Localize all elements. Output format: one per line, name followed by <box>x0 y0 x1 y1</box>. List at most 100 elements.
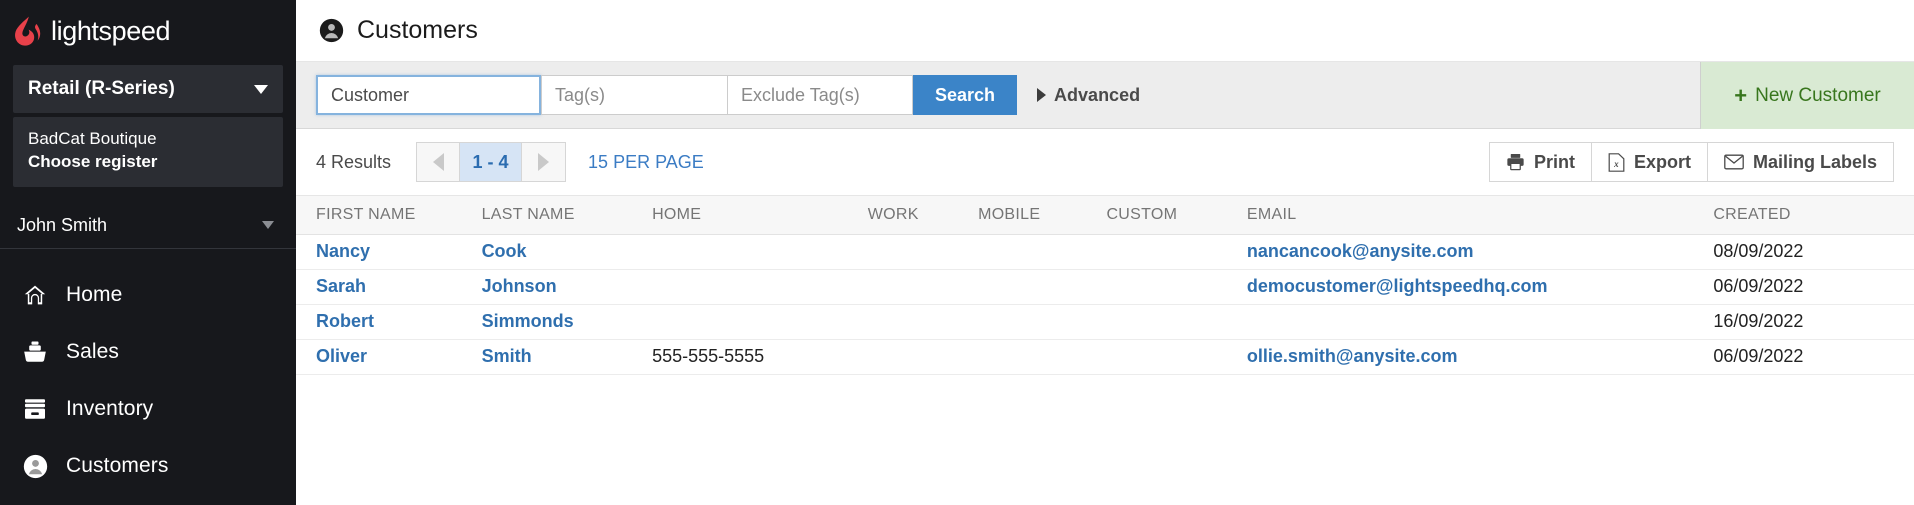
table-head: FIRST NAME LAST NAME HOME WORK MOBILE CU… <box>296 196 1914 234</box>
table-header-row: FIRST NAME LAST NAME HOME WORK MOBILE CU… <box>296 196 1914 234</box>
column-header-mobile[interactable]: MOBILE <box>978 196 1106 234</box>
cell-mobile <box>978 304 1106 339</box>
export-button[interactable]: x Export <box>1591 142 1708 182</box>
cell-work <box>868 269 978 304</box>
cell-first-name[interactable]: Nancy <box>316 241 370 261</box>
sidebar-item-label: Inventory <box>66 397 154 421</box>
mailing-labels-label: Mailing Labels <box>1752 151 1877 172</box>
table-row[interactable]: Oliver Smith 555-555-5555 ollie.smith@an… <box>296 339 1914 374</box>
advanced-label: Advanced <box>1054 84 1141 105</box>
choose-register-link[interactable]: Choose register <box>28 150 268 173</box>
pagination: 1 - 4 <box>416 142 567 182</box>
cell-email[interactable]: ollie.smith@anysite.com <box>1247 346 1458 366</box>
cell-first-name[interactable]: Robert <box>316 311 374 331</box>
cell-last-name[interactable]: Smith <box>482 346 532 366</box>
next-page-button[interactable] <box>522 142 567 182</box>
cell-created: 06/09/2022 <box>1713 276 1804 296</box>
page-header: Customers <box>296 0 1914 62</box>
results-count: 4 Results <box>316 151 392 172</box>
cell-custom <box>1106 304 1246 339</box>
cell-custom <box>1106 269 1246 304</box>
cell-created: 06/09/2022 <box>1713 346 1804 366</box>
cell-mobile <box>978 339 1106 374</box>
sidebar-item-inventory[interactable]: Inventory <box>0 381 296 438</box>
cell-home <box>652 269 868 304</box>
previous-page-button[interactable] <box>416 142 461 182</box>
per-page-selector[interactable]: 15 PER PAGE <box>588 152 704 173</box>
table-row[interactable]: Nancy Cook nancancook@anysite.com 08/09/… <box>296 234 1914 269</box>
print-label: Print <box>1533 151 1575 172</box>
chevron-down-icon <box>262 221 274 230</box>
column-header-first-name[interactable]: FIRST NAME <box>296 196 482 234</box>
brand-logo[interactable]: lightspeed <box>0 0 296 62</box>
user-name: John Smith <box>17 214 108 235</box>
store-register-box[interactable]: BadCat Boutique Choose register <box>13 117 283 187</box>
cell-mobile <box>978 234 1106 269</box>
home-icon <box>22 282 48 308</box>
cell-email[interactable]: democustomer@lightspeedhq.com <box>1247 276 1548 296</box>
sidebar-nav: Home Sales Inventory Customers <box>0 249 296 495</box>
sidebar: lightspeed Retail (R-Series) BadCat Bout… <box>0 0 296 505</box>
results-toolbar: 4 Results 1 - 4 15 PER PAGE Print x Expo… <box>296 129 1914 196</box>
series-selector-label: Retail (R-Series) <box>28 78 175 99</box>
cell-last-name[interactable]: Johnson <box>482 276 557 296</box>
column-header-created[interactable]: CREATED <box>1713 196 1914 234</box>
column-header-last-name[interactable]: LAST NAME <box>482 196 653 234</box>
table-row[interactable]: Sarah Johnson democustomer@lightspeedhq.… <box>296 269 1914 304</box>
mailing-labels-button[interactable]: Mailing Labels <box>1707 142 1894 182</box>
user-menu[interactable]: John Smith <box>0 203 296 249</box>
new-customer-button[interactable]: + New Customer <box>1700 62 1914 129</box>
cell-custom <box>1106 339 1246 374</box>
column-header-home[interactable]: HOME <box>652 196 868 234</box>
envelope-icon <box>1724 154 1744 170</box>
cell-created: 16/09/2022 <box>1713 311 1804 331</box>
cell-home: 555-555-5555 <box>652 346 765 366</box>
sidebar-item-sales[interactable]: Sales <box>0 324 296 381</box>
exclude-tags-input[interactable]: Exclude Tag(s) <box>727 75 913 115</box>
series-selector[interactable]: Retail (R-Series) <box>13 65 283 113</box>
customers-table: FIRST NAME LAST NAME HOME WORK MOBILE CU… <box>296 196 1914 375</box>
chevron-left-icon <box>432 153 444 171</box>
table-row[interactable]: Robert Simmonds 16/09/2022 <box>296 304 1914 339</box>
cell-first-name[interactable]: Oliver <box>316 346 367 366</box>
sidebar-item-home[interactable]: Home <box>0 267 296 324</box>
chevron-down-icon <box>254 84 268 94</box>
cell-first-name[interactable]: Sarah <box>316 276 366 296</box>
current-page-range: 1 - 4 <box>460 142 523 182</box>
search-button[interactable]: Search <box>913 75 1018 115</box>
column-header-custom[interactable]: CUSTOM <box>1106 196 1246 234</box>
store-name: BadCat Boutique <box>28 129 157 148</box>
search-bar: Customer Tag(s) Exclude Tag(s) Search Ad… <box>296 62 1914 129</box>
main-content: Customers Customer Tag(s) Exclude Tag(s)… <box>296 0 1914 505</box>
chevron-right-icon <box>1037 88 1047 102</box>
advanced-search-toggle[interactable]: Advanced <box>1037 85 1140 106</box>
cell-work <box>868 339 978 374</box>
sidebar-item-label: Customers <box>66 454 169 478</box>
cell-last-name[interactable]: Cook <box>482 241 527 261</box>
lightspeed-flame-icon <box>15 16 41 46</box>
inventory-box-icon <box>22 396 48 422</box>
customers-person-icon <box>319 18 344 43</box>
sidebar-item-customers[interactable]: Customers <box>0 438 296 495</box>
customers-table-wrapper: FIRST NAME LAST NAME HOME WORK MOBILE CU… <box>296 196 1914 505</box>
customers-person-icon <box>22 453 48 479</box>
tags-input[interactable]: Tag(s) <box>541 75 727 115</box>
cell-work <box>868 304 978 339</box>
page-title: Customers <box>357 16 478 44</box>
cell-created: 08/09/2022 <box>1713 241 1804 261</box>
cell-email[interactable]: nancancook@anysite.com <box>1247 241 1474 261</box>
cell-last-name[interactable]: Simmonds <box>482 311 574 331</box>
print-button[interactable]: Print <box>1488 142 1592 182</box>
column-header-email[interactable]: EMAIL <box>1247 196 1713 234</box>
table-actions: Print x Export Mailing Labels <box>1488 142 1894 182</box>
cell-mobile <box>978 269 1106 304</box>
cell-custom <box>1106 234 1246 269</box>
cell-home <box>652 304 868 339</box>
export-label: Export <box>1633 151 1691 172</box>
app-root: lightspeed Retail (R-Series) BadCat Bout… <box>0 0 1914 505</box>
brand-name: lightspeed <box>51 15 171 46</box>
column-header-work[interactable]: WORK <box>868 196 978 234</box>
sales-register-icon <box>22 339 48 365</box>
search-fields-group: Customer Tag(s) Exclude Tag(s) Search <box>316 75 1018 115</box>
customer-search-input[interactable]: Customer <box>316 75 541 115</box>
